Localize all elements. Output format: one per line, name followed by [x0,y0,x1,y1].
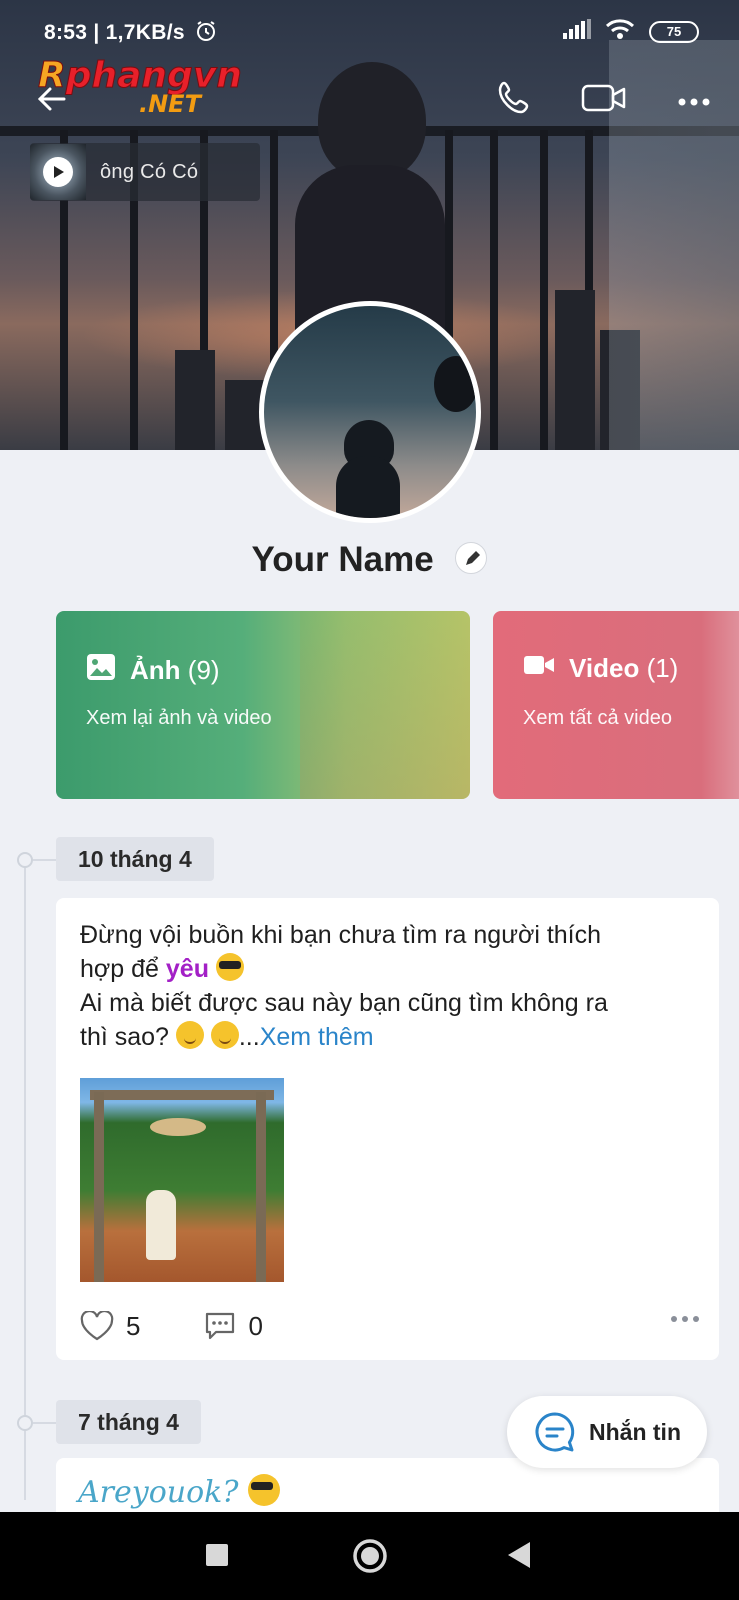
signal-icon [563,19,591,44]
heart-icon [80,1311,114,1341]
music-thumbnail [30,144,86,200]
system-nav-bar [0,1512,739,1600]
like-count: 5 [126,1310,141,1341]
alarm-icon [195,20,217,48]
photos-count: (9) [187,655,220,685]
highlight-word: yêu [165,955,209,983]
post-card[interactable]: Đừng vội buồn khi bạn chưa tìm ra người … [56,898,719,1360]
more-options-button[interactable] [678,94,710,112]
video-call-button[interactable] [580,78,628,123]
comment-count: 0 [248,1310,263,1341]
like-button[interactable]: 5 [80,1311,140,1342]
videos-title: Video [569,653,640,683]
status-bar: 8:53 | 1,7KB/s 75 [0,0,739,62]
network-speed: | 1,7KB/s [93,21,185,44]
message-button-label: Nhắn tin [589,1418,681,1445]
play-icon[interactable] [43,157,73,187]
home-button[interactable] [352,1538,388,1579]
sunglasses-emoji-icon [247,1474,280,1506]
post-actions: 5 0 [80,1306,700,1346]
videos-count: (1) [646,653,679,683]
call-button[interactable] [494,78,534,123]
image-icon [86,653,116,688]
photos-title: Ảnh [130,655,181,685]
timeline-dot [17,1415,33,1431]
chat-icon [535,1412,575,1452]
profile-name: Your Name [251,540,434,579]
post-photo[interactable] [80,1078,284,1282]
edit-name-button[interactable] [455,541,488,574]
pencil-icon [466,550,481,565]
smile-emoji-icon [210,1021,239,1049]
post-more-button[interactable] [671,1316,699,1322]
timeline-date: 7 tháng 4 [56,1400,201,1444]
videos-subtitle: Xem tất cả video [523,707,672,729]
music-title: ông Có Có [100,160,199,183]
sunglasses-emoji-icon [215,953,244,981]
laughing-emoji-icon [175,1021,204,1049]
watermark-logo: Rphangvn .NET [38,57,243,116]
profile-music-player[interactable]: ông Có Có [30,143,260,201]
post-text: Đừng vội buồn khi bạn chưa tìm ra người … [80,921,608,1051]
recents-button[interactable] [206,1544,228,1571]
post-text: Areyouok? [78,1475,239,1510]
photos-subtitle: Xem lại ảnh và video [86,707,272,729]
battery-indicator: 75 [649,20,699,43]
status-time: 8:53 [44,21,88,44]
see-more-link[interactable]: Xem thêm [260,1023,374,1051]
wifi-icon [605,18,635,45]
comment-button[interactable]: 0 [204,1310,263,1342]
photos-card[interactable]: Ảnh (9) Xem lại ảnh và video [56,611,470,799]
message-button[interactable]: Nhắn tin [507,1396,707,1468]
comment-icon [206,1312,235,1340]
back-nav-button[interactable] [508,1542,530,1573]
timeline-line [24,860,26,1500]
avatar[interactable] [259,301,481,523]
timeline-date: 10 tháng 4 [56,837,214,881]
video-icon [523,653,555,684]
timeline-dot [17,852,33,868]
profile-name-row: Your Name [0,540,739,580]
videos-card[interactable]: Video (1) Xem tất cả video [493,611,739,799]
